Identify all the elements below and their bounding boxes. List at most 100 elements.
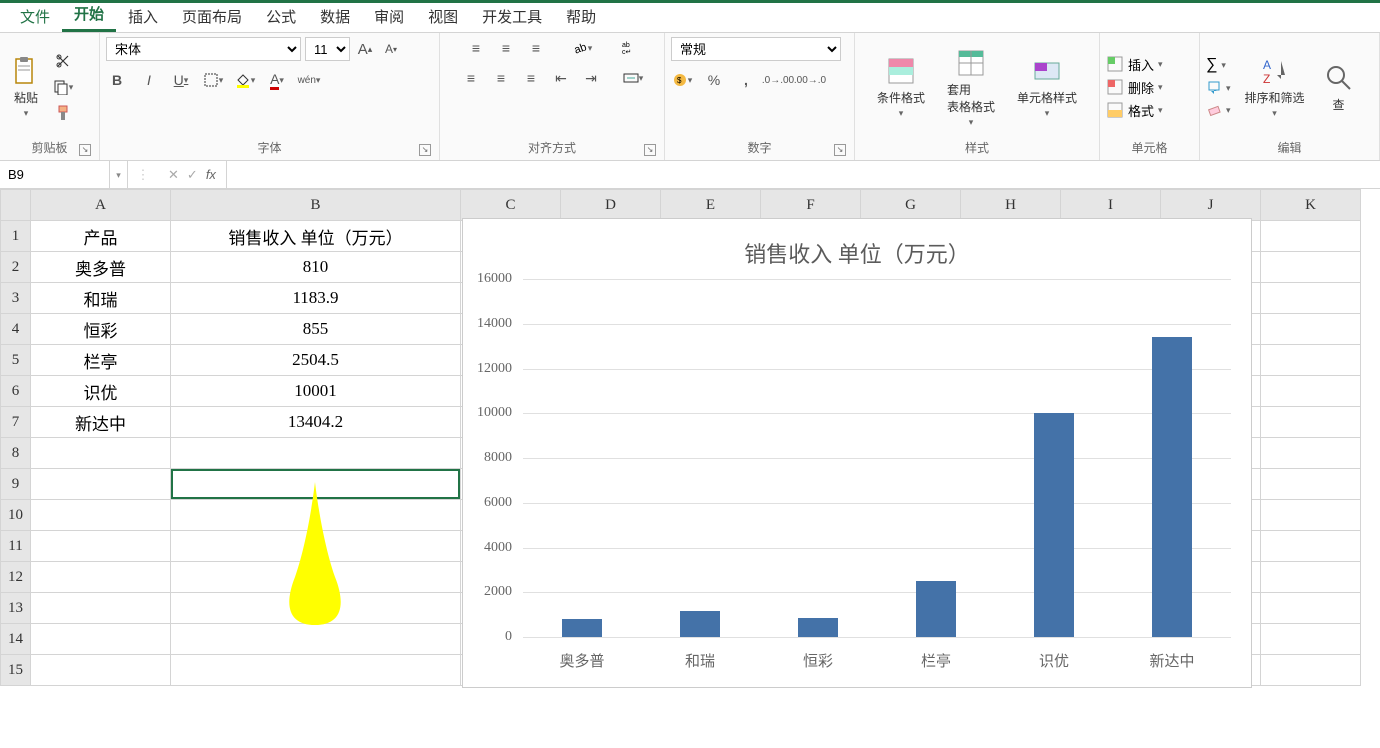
row-header-1[interactable]: 1 <box>1 221 31 252</box>
chart-bar[interactable] <box>916 581 956 637</box>
row-header-9[interactable]: 9 <box>1 469 31 500</box>
clear-button[interactable]: ▾ <box>1206 102 1231 118</box>
border-button[interactable]: ▾ <box>202 69 224 91</box>
chart-bar[interactable] <box>798 618 838 637</box>
col-header-G[interactable]: G <box>861 190 961 221</box>
phonetic-button[interactable]: wén▾ <box>298 69 320 91</box>
align-right-button[interactable]: ≡ <box>520 67 542 89</box>
row-header-10[interactable]: 10 <box>1 500 31 531</box>
cell-A7[interactable]: 新达中 <box>31 407 171 438</box>
cell-B15[interactable] <box>171 655 461 686</box>
col-header-K[interactable]: K <box>1261 190 1361 221</box>
col-header-A[interactable]: A <box>31 190 171 221</box>
cell-B12[interactable] <box>171 562 461 593</box>
cell-A3[interactable]: 和瑞 <box>31 283 171 314</box>
align-middle-button[interactable]: ≡ <box>495 37 517 59</box>
tab-file[interactable]: 文件 <box>8 1 62 32</box>
copy-button[interactable]: ▾ <box>52 76 74 98</box>
col-header-I[interactable]: I <box>1061 190 1161 221</box>
tab-home[interactable]: 开始 <box>62 0 116 32</box>
chart-bar[interactable] <box>562 619 602 637</box>
col-header-E[interactable]: E <box>661 190 761 221</box>
row-header-11[interactable]: 11 <box>1 531 31 562</box>
autosum-button[interactable]: ∑▾ <box>1206 56 1226 74</box>
cell-K12[interactable] <box>1261 562 1361 593</box>
fill-color-button[interactable]: ▾ <box>234 69 256 91</box>
tab-dev[interactable]: 开发工具 <box>470 1 554 32</box>
cell-A9[interactable] <box>31 469 171 500</box>
select-all-corner[interactable] <box>1 190 31 221</box>
conditional-format-button[interactable]: 条件格式▾ <box>873 53 929 121</box>
font-name-select[interactable]: 宋体 <box>106 37 301 61</box>
cell-A14[interactable] <box>31 624 171 655</box>
cell-K13[interactable] <box>1261 593 1361 624</box>
tab-data[interactable]: 数据 <box>308 1 362 32</box>
increase-decimal-button[interactable]: .0→.00 <box>767 69 789 91</box>
name-box[interactable] <box>0 161 110 188</box>
format-cells-button[interactable]: 格式▾ <box>1106 101 1193 120</box>
cell-K9[interactable] <box>1261 469 1361 500</box>
worksheet-area[interactable]: ABCDEFGHIJK1产品销售收入 单位（万元）2奥多普8103和瑞1183.… <box>0 189 1380 747</box>
cell-B3[interactable]: 1183.9 <box>171 283 461 314</box>
enter-formula-button[interactable]: ✓ <box>187 167 198 183</box>
cell-B9[interactable] <box>171 469 461 500</box>
dialog-launcher-icon[interactable]: ↘ <box>834 144 846 156</box>
decrease-decimal-button[interactable]: .00→.0 <box>799 69 821 91</box>
percent-button[interactable]: % <box>703 69 725 91</box>
cell-K3[interactable] <box>1261 283 1361 314</box>
row-header-6[interactable]: 6 <box>1 376 31 407</box>
row-header-8[interactable]: 8 <box>1 438 31 469</box>
italic-button[interactable]: I <box>138 69 160 91</box>
row-header-2[interactable]: 2 <box>1 252 31 283</box>
cell-A8[interactable] <box>31 438 171 469</box>
tab-help[interactable]: 帮助 <box>554 1 608 32</box>
formula-input[interactable] <box>227 161 1380 188</box>
cell-A11[interactable] <box>31 531 171 562</box>
cell-K8[interactable] <box>1261 438 1361 469</box>
cell-K10[interactable] <box>1261 500 1361 531</box>
name-box-dropdown[interactable]: ▾ <box>110 161 128 188</box>
cell-A10[interactable] <box>31 500 171 531</box>
delete-cells-button[interactable]: 删除▾ <box>1106 78 1193 97</box>
cell-A13[interactable] <box>31 593 171 624</box>
cell-B2[interactable]: 810 <box>171 252 461 283</box>
cell-A1[interactable]: 产品 <box>31 221 171 252</box>
decrease-indent-button[interactable]: ⇤ <box>550 67 572 89</box>
row-header-12[interactable]: 12 <box>1 562 31 593</box>
cell-B10[interactable] <box>171 500 461 531</box>
comma-button[interactable]: , <box>735 69 757 91</box>
cell-A12[interactable] <box>31 562 171 593</box>
cell-K14[interactable] <box>1261 624 1361 655</box>
dialog-launcher-icon[interactable]: ↘ <box>79 144 91 156</box>
chart-bar[interactable] <box>680 611 720 637</box>
format-painter-button[interactable] <box>52 102 74 124</box>
cell-B7[interactable]: 13404.2 <box>171 407 461 438</box>
align-left-button[interactable]: ≡ <box>460 67 482 89</box>
underline-button[interactable]: U▾ <box>170 69 192 91</box>
decrease-font-button[interactable]: A▾ <box>380 38 402 60</box>
cell-B1[interactable]: 销售收入 单位（万元） <box>171 221 461 252</box>
cell-A4[interactable]: 恒彩 <box>31 314 171 345</box>
cell-A5[interactable]: 栏亭 <box>31 345 171 376</box>
col-header-J[interactable]: J <box>1161 190 1261 221</box>
merge-button[interactable]: ▾ <box>622 67 644 89</box>
tab-pagelayout[interactable]: 页面布局 <box>170 1 254 32</box>
paste-button[interactable]: 粘贴▾ <box>6 53 46 121</box>
tab-insert[interactable]: 插入 <box>116 1 170 32</box>
tab-view[interactable]: 视图 <box>416 1 470 32</box>
increase-indent-button[interactable]: ⇥ <box>580 67 602 89</box>
row-header-4[interactable]: 4 <box>1 314 31 345</box>
bold-button[interactable]: B <box>106 69 128 91</box>
cell-K1[interactable] <box>1261 221 1361 252</box>
cell-styles-button[interactable]: 单元格样式▾ <box>1013 53 1081 121</box>
cell-B14[interactable] <box>171 624 461 655</box>
sort-filter-button[interactable]: AZ 排序和筛选▾ <box>1241 53 1309 121</box>
cell-K15[interactable] <box>1261 655 1361 686</box>
fill-button[interactable]: ▾ <box>1206 80 1231 96</box>
row-header-14[interactable]: 14 <box>1 624 31 655</box>
cell-K4[interactable] <box>1261 314 1361 345</box>
row-header-3[interactable]: 3 <box>1 283 31 314</box>
font-color-button[interactable]: A▾ <box>266 69 288 91</box>
cell-B5[interactable]: 2504.5 <box>171 345 461 376</box>
increase-font-button[interactable]: A▴ <box>354 38 376 60</box>
